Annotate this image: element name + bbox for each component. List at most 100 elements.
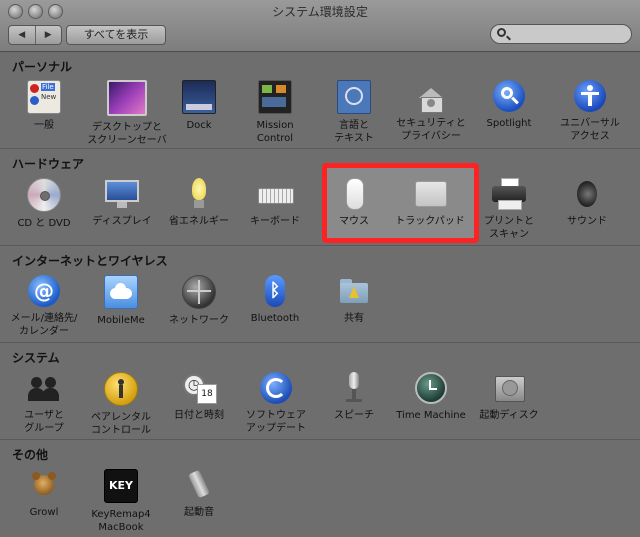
- cd-icon: [27, 178, 61, 212]
- pref-startup-disk[interactable]: 起動ディスク: [472, 372, 546, 422]
- pref-label: ネットワーク: [169, 315, 229, 326]
- pref-time-machine[interactable]: Time Machine: [388, 372, 474, 422]
- show-all-button[interactable]: すべてを表示: [66, 25, 166, 45]
- keyremap-icon: KEY: [104, 469, 138, 503]
- pref-mail-contacts[interactable]: @ メール/連絡先/カレンダー: [7, 275, 81, 338]
- pref-label: ペアレンタル コントロール: [91, 412, 151, 436]
- pref-mobileme[interactable]: MobileMe: [84, 275, 158, 327]
- display-icon: [105, 178, 139, 210]
- pref-label: Bluetooth: [250, 313, 300, 324]
- general-icon: File New: [27, 80, 61, 114]
- section-title: その他: [12, 448, 49, 462]
- search-input[interactable]: [490, 24, 632, 44]
- pref-label: 起動音: [184, 507, 214, 518]
- pref-label: キーボード: [250, 216, 300, 227]
- mission-control-icon: [258, 80, 292, 114]
- trackpad-icon: [415, 178, 447, 210]
- dock-icon: [182, 80, 216, 114]
- pref-label: ユーザと グループ: [24, 410, 64, 434]
- datetime-icon: ◷ 18: [183, 372, 217, 404]
- pref-users-groups[interactable]: ユーザと グループ: [7, 372, 81, 435]
- pref-desktop[interactable]: デスクトップと スクリーンセーバ: [82, 80, 172, 147]
- section-title: インターネットとワイヤレス: [12, 254, 168, 268]
- pref-label: Time Machine: [396, 410, 466, 421]
- pref-display[interactable]: ディスプレイ: [82, 178, 162, 228]
- search-icon: [497, 28, 506, 37]
- pref-label: 一般: [34, 120, 54, 131]
- pref-keyboard[interactable]: キーボード: [238, 178, 312, 228]
- desktop-icon: [107, 80, 147, 116]
- pref-mouse[interactable]: マウス: [317, 178, 391, 228]
- pref-sound[interactable]: サウンド: [550, 178, 624, 228]
- pref-label: ディスプレイ: [92, 216, 152, 227]
- pref-general[interactable]: File New 一般: [7, 80, 81, 132]
- section-title: システム: [12, 351, 60, 365]
- bluetooth-icon: ᛒ: [265, 275, 285, 307]
- startup-sound-icon: [183, 469, 215, 501]
- pref-keyremap[interactable]: KEY KeyRemap4 MacBook: [84, 469, 158, 534]
- timemachine-icon: [415, 372, 447, 404]
- pref-parental[interactable]: ペアレンタル コントロール: [80, 372, 162, 437]
- pref-energy[interactable]: 省エネルギー: [162, 178, 236, 228]
- section-title: ハードウェア: [12, 157, 85, 171]
- pref-label: 省エネルギー: [169, 216, 229, 227]
- section-title: パーソナル: [12, 60, 73, 74]
- forward-button[interactable]: ▶: [36, 26, 62, 44]
- accessibility-icon: [574, 80, 606, 112]
- pref-label: CD と DVD: [17, 218, 71, 229]
- pref-spotlight[interactable]: Spotlight: [472, 80, 546, 130]
- pref-date-time[interactable]: ◷ 18 日付と時刻: [162, 372, 236, 422]
- pref-trackpad[interactable]: トラックパッド: [386, 178, 474, 228]
- pref-label: MobileMe: [97, 315, 145, 326]
- mobileme-icon: [104, 275, 138, 309]
- pref-software-update[interactable]: ソフトウェア アップデート: [238, 372, 314, 435]
- pref-label: スピーチ: [334, 410, 374, 421]
- back-button[interactable]: ◀: [9, 26, 36, 44]
- pref-language[interactable]: 言語と テキスト: [317, 80, 391, 145]
- users-icon: [28, 372, 60, 404]
- pref-label: 言語と テキスト: [334, 120, 374, 144]
- growl-icon: [28, 469, 60, 501]
- mouse-icon: [338, 178, 370, 210]
- keyboard-icon: [258, 178, 294, 210]
- pref-print-scan[interactable]: プリントと スキャン: [472, 178, 546, 241]
- pref-label: Mission Control: [256, 120, 294, 144]
- pref-label: 日付と時刻: [174, 410, 224, 421]
- parental-icon: [104, 372, 138, 406]
- network-icon: [182, 275, 216, 309]
- pref-growl[interactable]: Growl: [7, 469, 81, 519]
- pref-label: 起動ディスク: [479, 410, 539, 421]
- update-icon: [260, 372, 292, 404]
- pref-label: マウス: [339, 216, 369, 227]
- pref-speech[interactable]: スピーチ: [317, 372, 391, 422]
- pref-label: プリントと スキャン: [484, 216, 534, 240]
- mail-icon: @: [28, 275, 60, 307]
- nav-segmented-control: ◀ ▶: [8, 25, 62, 45]
- pref-label: セキュリティと プライバシー: [396, 118, 466, 142]
- pref-label: メール/連絡先/カレンダー: [10, 313, 78, 337]
- language-icon: [337, 80, 371, 114]
- spotlight-icon: [493, 80, 525, 112]
- pref-sharing[interactable]: 共有: [317, 275, 391, 325]
- pref-network[interactable]: ネットワーク: [162, 275, 236, 327]
- pref-label: デスクトップと スクリーンセーバ: [87, 122, 167, 146]
- pref-label: トラックパッド: [395, 216, 465, 227]
- pref-dock[interactable]: Dock: [162, 80, 236, 132]
- pref-accessibility[interactable]: ユニバーサル アクセス: [550, 80, 630, 143]
- pref-label: KeyRemap4 MacBook: [91, 509, 151, 533]
- sharing-icon: [338, 275, 370, 307]
- sound-icon: [571, 178, 603, 210]
- pref-label: ユニバーサル アクセス: [560, 118, 620, 142]
- pref-label: Dock: [186, 120, 212, 131]
- printer-icon: [492, 178, 526, 210]
- pref-security[interactable]: セキュリティと プライバシー: [387, 80, 475, 143]
- energy-icon: [183, 178, 215, 210]
- startup-disk-icon: [493, 372, 525, 404]
- pref-bluetooth[interactable]: ᛒ Bluetooth: [238, 275, 312, 325]
- pref-cd-dvd[interactable]: CD と DVD: [7, 178, 81, 230]
- pref-label: Growl: [29, 507, 59, 518]
- pref-mission-control[interactable]: Mission Control: [238, 80, 312, 145]
- pref-startup-sound[interactable]: 起動音: [162, 469, 236, 519]
- security-icon: [415, 80, 447, 113]
- title-bar: システム環境設定 ◀ ▶ すべてを表示: [0, 0, 640, 52]
